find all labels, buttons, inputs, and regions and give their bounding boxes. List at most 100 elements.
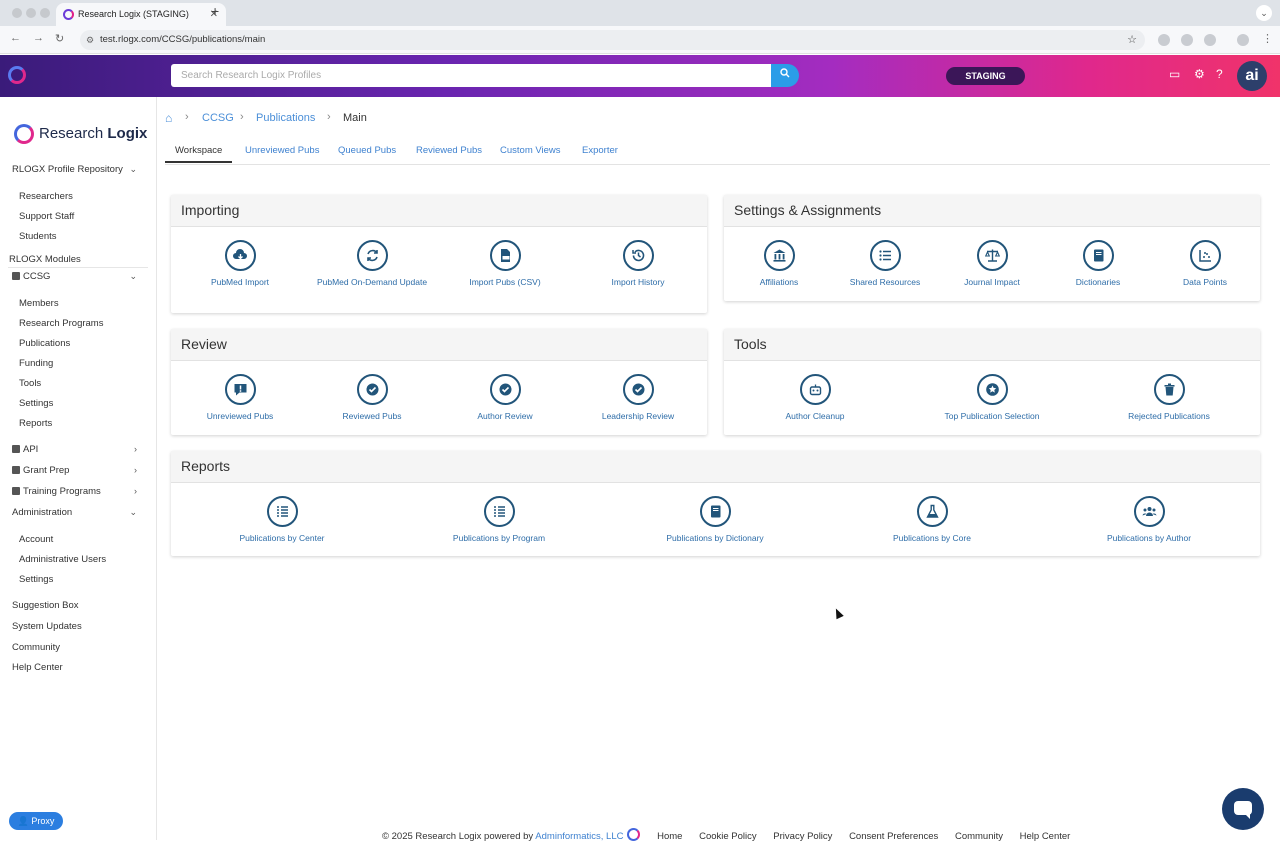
tile-label: Import History [611, 277, 665, 287]
sidebar-item-members[interactable]: Members [19, 298, 59, 309]
author-cleanup-tile[interactable]: Author Cleanup [755, 374, 875, 422]
tab-reviewed-pubs[interactable]: Reviewed Pubs [416, 145, 482, 156]
tab-search-icon[interactable]: ⌄ [1256, 5, 1272, 21]
publications-by-author-tile[interactable]: Publications by Author [1089, 496, 1209, 544]
tab-queued-pubs[interactable]: Queued Pubs [338, 145, 396, 156]
author-review-tile[interactable]: Author Review [445, 374, 565, 422]
brand-logo[interactable]: Research Logix [14, 123, 154, 147]
proxy-button[interactable]: 👤 Proxy [9, 812, 63, 830]
chevron-down-icon: ⌄ [129, 164, 137, 174]
browser-menu-icon[interactable]: ⋮ [1262, 32, 1273, 45]
footer-link-help-center[interactable]: Help Center [1020, 831, 1071, 842]
window-zoom-button[interactable] [40, 8, 50, 18]
data-points-tile[interactable]: Data Points [1145, 240, 1265, 288]
tab-custom-views[interactable]: Custom Views [500, 145, 561, 156]
rejected-publications-tile[interactable]: Rejected Publications [1109, 374, 1229, 422]
favicon-icon [63, 9, 74, 20]
search-button[interactable] [771, 64, 799, 87]
sidebar-section-ccsg[interactable]: CCSG ⌄ [12, 271, 157, 282]
journal-impact-tile[interactable]: Journal Impact [932, 240, 1052, 288]
sidebar-item-research-programs[interactable]: Research Programs [19, 318, 103, 329]
sidebar-section-api[interactable]: API › [12, 444, 157, 455]
footer-link-consent-preferences[interactable]: Consent Preferences [849, 831, 938, 842]
publications-by-center-tile[interactable]: Publications by Center [222, 496, 342, 544]
footer-link-privacy-policy[interactable]: Privacy Policy [773, 831, 832, 842]
chevron-down-icon: ⌄ [129, 507, 137, 517]
back-icon[interactable]: ← [10, 32, 21, 44]
sidebar-divider [8, 267, 148, 268]
tile-label: Reviewed Pubs [342, 411, 402, 421]
adminformatics-logo-icon [627, 828, 641, 841]
import-pubs-csv-tile[interactable]: Import Pubs (CSV) [445, 240, 565, 288]
breadcrumb-publications[interactable]: Publications [256, 112, 315, 124]
tile-label: Dictionaries [1075, 277, 1121, 287]
sidebar-section-grant-prep[interactable]: Grant Prep › [12, 465, 157, 476]
extension-icon[interactable] [1181, 34, 1193, 46]
sidebar-item-support-staff[interactable]: Support Staff [19, 211, 74, 222]
gear-icon[interactable]: ⚙ [1194, 67, 1205, 81]
home-icon[interactable]: ⌂ [165, 111, 172, 125]
reviewed-pubs-tile[interactable]: Reviewed Pubs [312, 374, 432, 422]
footer-company-link[interactable]: Adminformatics, LLC [535, 831, 623, 842]
site-info-icon[interactable]: ⚙ [86, 30, 94, 50]
sidebar-section-profile-repository[interactable]: RLOGX Profile Repository ⌄ [12, 164, 157, 175]
app-logo-icon[interactable] [8, 66, 26, 84]
search-input[interactable]: Search Research Logix Profiles [171, 64, 771, 87]
pubmed-import-tile[interactable]: PubMed Import [180, 240, 300, 288]
dictionaries-tile[interactable]: Dictionaries [1038, 240, 1158, 288]
sidebar-item-publications[interactable]: Publications [19, 338, 70, 349]
new-tab-button[interactable]: + [211, 3, 219, 19]
tile-label: Unreviewed Pubs [206, 411, 274, 421]
unreviewed-pubs-tile[interactable]: Unreviewed Pubs [180, 374, 300, 422]
institution-icon [763, 240, 795, 271]
extensions-puzzle-icon[interactable] [1204, 34, 1216, 46]
tab-exporter[interactable]: Exporter [582, 145, 618, 156]
top-publication-selection-tile[interactable]: Top Publication Selection [932, 374, 1052, 422]
pubmed-on-demand-update-tile[interactable]: PubMed On-Demand Update [312, 240, 432, 288]
profile-icon[interactable] [1237, 34, 1249, 46]
settings-assignments-card: Settings & Assignments Affiliations Shar… [724, 195, 1260, 301]
import-history-tile[interactable]: Import History [578, 240, 698, 288]
sidebar-item-community[interactable]: Community [12, 642, 60, 653]
tab-workspace[interactable]: Workspace [165, 145, 233, 163]
window-close-button[interactable] [12, 8, 22, 18]
help-icon[interactable]: ? [1216, 67, 1223, 81]
chevron-right-icon: › [240, 111, 244, 123]
chat-widget-button[interactable] [1222, 788, 1264, 830]
tab-unreviewed-pubs[interactable]: Unreviewed Pubs [245, 145, 319, 156]
publications-by-dictionary-tile[interactable]: Publications by Dictionary [655, 496, 775, 544]
reload-icon[interactable]: ↻ [55, 32, 64, 45]
footer-link-cookie-policy[interactable]: Cookie Policy [699, 831, 757, 842]
sidebar-section-training-programs[interactable]: Training Programs › [12, 486, 157, 497]
messages-icon[interactable]: ▭ [1169, 67, 1180, 81]
extension-icon[interactable] [1158, 34, 1170, 46]
sidebar-item-suggestion-box[interactable]: Suggestion Box [12, 600, 79, 611]
leadership-review-tile[interactable]: Leadership Review [578, 374, 698, 422]
sidebar-item-help-center[interactable]: Help Center [12, 662, 63, 673]
url-field[interactable]: ⚙ test.rlogx.com/CCSG/publications/main … [80, 30, 1145, 50]
browser-tab[interactable]: Research Logix (STAGING) ✕ [56, 3, 226, 26]
forward-icon[interactable]: → [33, 32, 44, 44]
shared-resources-tile[interactable]: Shared Resources [825, 240, 945, 288]
publications-by-core-tile[interactable]: Publications by Core [872, 496, 992, 544]
sidebar-item-reports[interactable]: Reports [19, 418, 52, 429]
footer-link-home[interactable]: Home [657, 831, 682, 842]
publications-by-program-tile[interactable]: Publications by Program [439, 496, 559, 544]
footer-link-community[interactable]: Community [955, 831, 1003, 842]
sidebar-item-settings[interactable]: Settings [19, 398, 53, 409]
sidebar-item-researchers[interactable]: Researchers [19, 191, 73, 202]
sidebar-item-account[interactable]: Account [19, 534, 53, 545]
browser-tab-bar: Research Logix (STAGING) ✕ + ⌄ [0, 0, 1280, 26]
sidebar-item-students[interactable]: Students [19, 231, 57, 242]
affiliations-tile[interactable]: Affiliations [719, 240, 839, 288]
sidebar-section-administration[interactable]: Administration ⌄ [12, 507, 157, 518]
sidebar-item-tools[interactable]: Tools [19, 378, 41, 389]
window-minimize-button[interactable] [26, 8, 36, 18]
ai-assistant-button[interactable]: ai [1237, 61, 1267, 91]
bookmark-star-icon[interactable]: ☆ [1127, 30, 1137, 50]
sidebar-item-admin-settings[interactable]: Settings [19, 574, 53, 585]
sidebar-item-administrative-users[interactable]: Administrative Users [19, 554, 106, 565]
sidebar-item-funding[interactable]: Funding [19, 358, 53, 369]
sidebar-item-system-updates[interactable]: System Updates [12, 621, 82, 632]
breadcrumb-ccsg[interactable]: CCSG [202, 112, 234, 124]
